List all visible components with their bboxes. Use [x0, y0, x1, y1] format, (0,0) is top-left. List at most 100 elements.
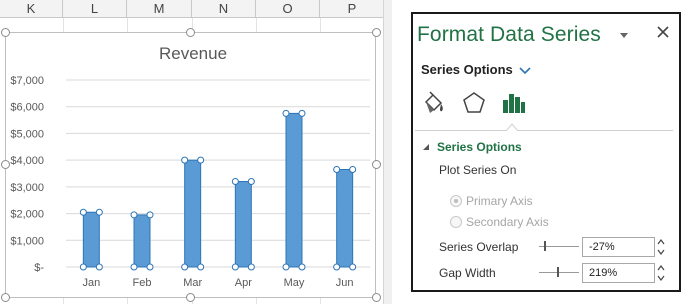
column-header-k[interactable]: K: [0, 0, 63, 18]
bar-selection-handle[interactable]: [231, 178, 239, 186]
x-tick-label: May: [284, 277, 305, 289]
bar-mar[interactable]: [184, 159, 202, 268]
series-overlap-slider-thumb[interactable]: [544, 241, 546, 251]
gap-width-label: Gap Width: [439, 266, 496, 280]
series-overlap-input[interactable]: [582, 237, 655, 257]
chart-resize-handle-left[interactable]: [1, 160, 10, 169]
data-series-bars[interactable]: [79, 109, 357, 271]
revenue-chart[interactable]: Revenue $- $1,000 $2,000 $3,000 $4,000 $5,000…: [5, 32, 376, 298]
series-options-section-header[interactable]: Series Options: [421, 140, 522, 154]
secondary-axis-radio[interactable]: [450, 216, 462, 228]
chevron-down-icon[interactable]: [617, 28, 631, 42]
y-tick-label: $-: [34, 262, 44, 274]
bar-may[interactable]: [285, 112, 303, 268]
bar-selection-handle[interactable]: [298, 109, 306, 117]
column-header-m[interactable]: M: [127, 0, 192, 18]
secondary-axis-label: Secondary Axis: [466, 215, 549, 229]
x-tick-label: Mar: [183, 277, 202, 289]
bar-selection-handle[interactable]: [349, 263, 357, 271]
series-options-bars-icon[interactable]: [501, 90, 527, 116]
column-header-l[interactable]: L: [63, 0, 127, 18]
spin-up-icon[interactable]: [655, 237, 667, 247]
chevron-down-icon: [519, 66, 531, 74]
chart-resize-handle-right[interactable]: [372, 160, 381, 169]
series-options-dropdown[interactable]: Series Options: [421, 62, 531, 77]
gap-width-setting: Gap Width: [439, 263, 671, 283]
format-data-series-pane: Format Data Series Series Options Series…: [411, 12, 681, 292]
gap-width-input[interactable]: [582, 263, 655, 283]
chart-gridlines: [66, 79, 370, 268]
pane-title: Format Data Series: [417, 23, 601, 46]
bar-selection-handle[interactable]: [282, 109, 290, 117]
gap-width-slider-thumb[interactable]: [557, 267, 559, 277]
bar-selection-handle[interactable]: [146, 263, 154, 271]
chart-resize-handle-top-right[interactable]: [372, 28, 381, 37]
bar-selection-handle[interactable]: [247, 263, 255, 271]
bar-apr[interactable]: [234, 181, 252, 268]
bar-selection-handle[interactable]: [130, 211, 138, 219]
spin-up-icon[interactable]: [655, 263, 667, 273]
series-options-section-label: Series Options: [437, 140, 522, 154]
chart-resize-handle-top-left[interactable]: [1, 28, 10, 37]
bar-jun[interactable]: [336, 168, 354, 268]
series-overlap-spinner: [655, 237, 667, 257]
pane-splitter[interactable]: [383, 0, 392, 304]
column-headers: K L M N O P: [0, 0, 392, 18]
column-header-o[interactable]: O: [256, 0, 320, 18]
bar-selection-handle[interactable]: [95, 263, 103, 271]
spin-down-icon[interactable]: [655, 273, 667, 283]
gap-width-spinner: [655, 263, 667, 283]
bar-selection-handle[interactable]: [333, 165, 341, 173]
bar-selection-handle[interactable]: [146, 211, 154, 219]
x-tick-label: Jan: [82, 277, 100, 289]
bar-selection-handle[interactable]: [181, 156, 189, 164]
primary-axis-label: Primary Axis: [466, 194, 533, 208]
column-header-p[interactable]: P: [320, 0, 384, 18]
chart-plot-svg[interactable]: Revenue $- $1,000 $2,000 $3,000 $4,000 $5,000…: [6, 33, 377, 299]
y-tick-label: $5,000: [10, 128, 44, 140]
effects-pentagon-icon[interactable]: [461, 90, 487, 116]
bar-jan[interactable]: [82, 211, 100, 268]
series-overlap-setting: Series Overlap: [439, 237, 671, 257]
bar-feb[interactable]: [133, 214, 151, 268]
bar-selection-handle[interactable]: [130, 263, 138, 271]
plot-series-on-label: Plot Series On: [439, 163, 517, 177]
fill-line-icon[interactable]: [421, 90, 447, 116]
bar-selection-handle[interactable]: [231, 263, 239, 271]
chart-resize-handle-top[interactable]: [186, 28, 195, 37]
bar-selection-handle[interactable]: [181, 263, 189, 271]
bar-selection-handle[interactable]: [282, 263, 290, 271]
x-axis-tick-labels: Jan Feb Mar Apr May Jun: [82, 277, 353, 289]
bar-selection-handle[interactable]: [298, 263, 306, 271]
bar-selection-handle[interactable]: [79, 263, 87, 271]
chart-resize-handle-bottom[interactable]: [186, 293, 195, 302]
y-tick-label: $1,000: [10, 235, 44, 247]
y-axis-tick-labels: $- $1,000 $2,000 $3,000 $4,000 $5,000 $6,000 $7…: [10, 75, 44, 274]
column-header-n[interactable]: N: [192, 0, 256, 18]
x-tick-label: Feb: [133, 277, 152, 289]
bar-selection-handle[interactable]: [333, 263, 341, 271]
bar-selection-handle[interactable]: [79, 208, 87, 216]
y-tick-label: $6,000: [10, 102, 44, 114]
bar-selection-handle[interactable]: [349, 165, 357, 173]
active-tab-pointer: [506, 123, 518, 131]
bar-selection-handle[interactable]: [95, 208, 103, 216]
gap-width-slider[interactable]: [539, 272, 579, 273]
x-tick-label: Apr: [235, 277, 252, 289]
chart-resize-handle-bottom-left[interactable]: [1, 293, 10, 302]
y-tick-label: $7,000: [10, 75, 44, 87]
secondary-axis-option[interactable]: Secondary Axis: [450, 215, 549, 229]
series-overlap-label: Series Overlap: [439, 240, 519, 254]
spreadsheet-area[interactable]: K L M N O P Revenue $- $1,000 $2,000 $3,000…: [0, 0, 392, 304]
series-options-dropdown-label: Series Options: [421, 62, 513, 77]
chart-title[interactable]: Revenue: [159, 44, 227, 63]
spin-down-icon[interactable]: [655, 247, 667, 257]
primary-axis-option[interactable]: Primary Axis: [450, 194, 533, 208]
close-icon[interactable]: [655, 24, 671, 40]
chart-resize-handle-bottom-right[interactable]: [372, 293, 381, 302]
tab-divider: [415, 130, 673, 131]
bar-selection-handle[interactable]: [247, 178, 255, 186]
primary-axis-radio[interactable]: [450, 195, 462, 207]
bar-selection-handle[interactable]: [197, 263, 205, 271]
bar-selection-handle[interactable]: [197, 156, 205, 164]
